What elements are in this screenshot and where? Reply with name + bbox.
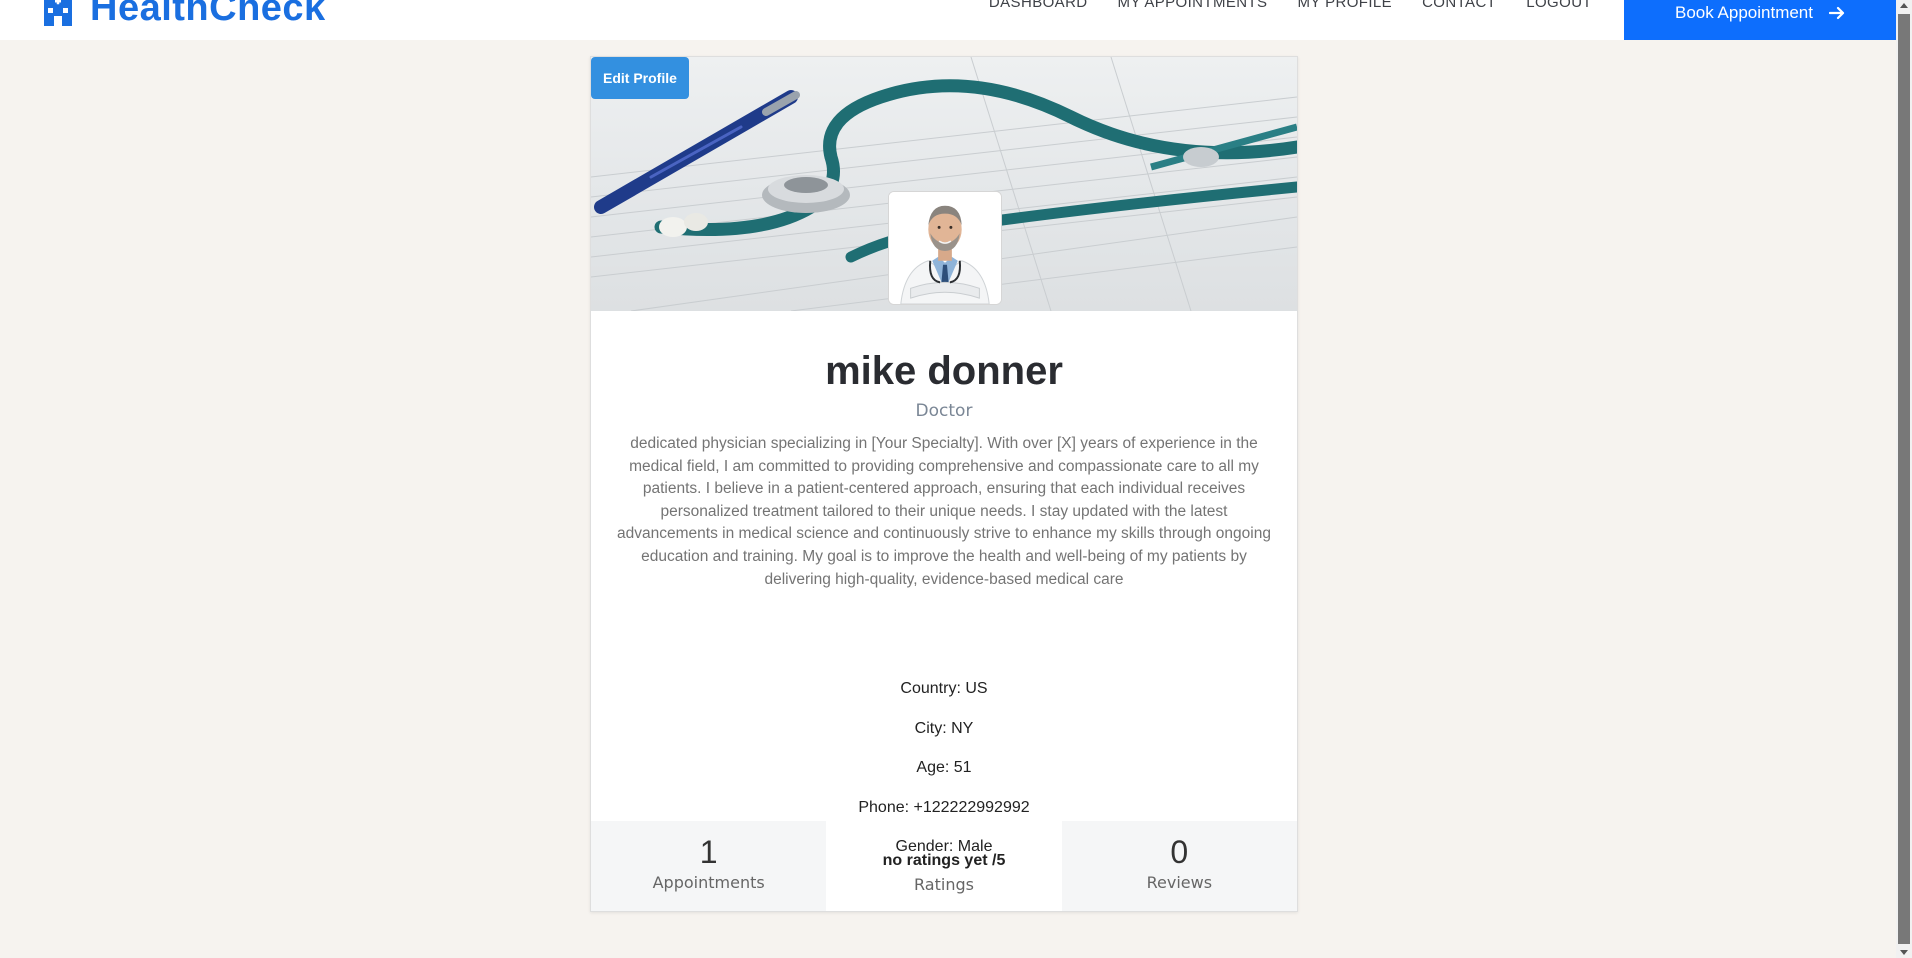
avatar: [888, 191, 1002, 305]
detail-age: Age: 51: [916, 759, 972, 776]
profile-card: Edit Profile mike donner Doctor dedicate…: [590, 56, 1298, 912]
scroll-down-arrow-icon[interactable]: [1900, 950, 1908, 955]
page-scrollbar[interactable]: [1896, 0, 1912, 958]
scroll-thumb[interactable]: [1898, 14, 1910, 944]
detail-city: City: NY: [914, 719, 974, 737]
nav-my-profile[interactable]: MY PROFILE: [1297, 0, 1392, 11]
book-appointment-button[interactable]: Book Appointment: [1624, 0, 1896, 40]
stat-ratings-value: no ratings yet /5: [882, 852, 1006, 869]
scroll-up-arrow-icon[interactable]: [1900, 3, 1908, 8]
brand-logo[interactable]: HealthCheck: [40, 0, 326, 28]
nav-links: DASHBOARD MY APPOINTMENTS MY PROFILE CON…: [989, 0, 1592, 11]
edit-profile-button[interactable]: Edit Profile: [591, 57, 689, 99]
nav-contact[interactable]: CONTACT: [1422, 0, 1496, 11]
hospital-icon: [44, 0, 72, 26]
profile-role: Doctor: [915, 401, 973, 421]
top-navbar: HealthCheck DASHBOARD MY APPOINTMENTS MY…: [0, 0, 1896, 40]
stat-reviews-value: 0: [1170, 834, 1189, 870]
stat-ratings-label: Ratings: [914, 875, 974, 894]
stat-appointments: 1 Appointments: [591, 821, 827, 911]
stat-appointments-label: Appointments: [652, 873, 765, 892]
profile-bio: dedicated physician specializing in [You…: [617, 435, 1271, 588]
stat-reviews: 0 Reviews: [1061, 821, 1297, 911]
profile-name: mike donner: [825, 349, 1063, 393]
nav-my-appointments[interactable]: MY APPOINTMENTS: [1118, 0, 1268, 11]
arrow-right-icon: [1828, 6, 1845, 20]
brand-name: HealthCheck: [90, 0, 326, 29]
stat-reviews-label: Reviews: [1146, 873, 1213, 892]
nav-dashboard[interactable]: DASHBOARD: [989, 0, 1088, 11]
stat-appointments-value: 1: [699, 834, 718, 870]
profile-stats: 1 Appointments no ratings yet /5 Ratings…: [591, 821, 1297, 911]
detail-country: Country: US: [900, 680, 988, 697]
book-appointment-label: Book Appointment: [1675, 3, 1813, 22]
doctor-portrait-icon: [889, 192, 1001, 304]
nav-logout[interactable]: LOGOUT: [1526, 0, 1592, 11]
stat-ratings: no ratings yet /5 Ratings: [826, 821, 1061, 911]
